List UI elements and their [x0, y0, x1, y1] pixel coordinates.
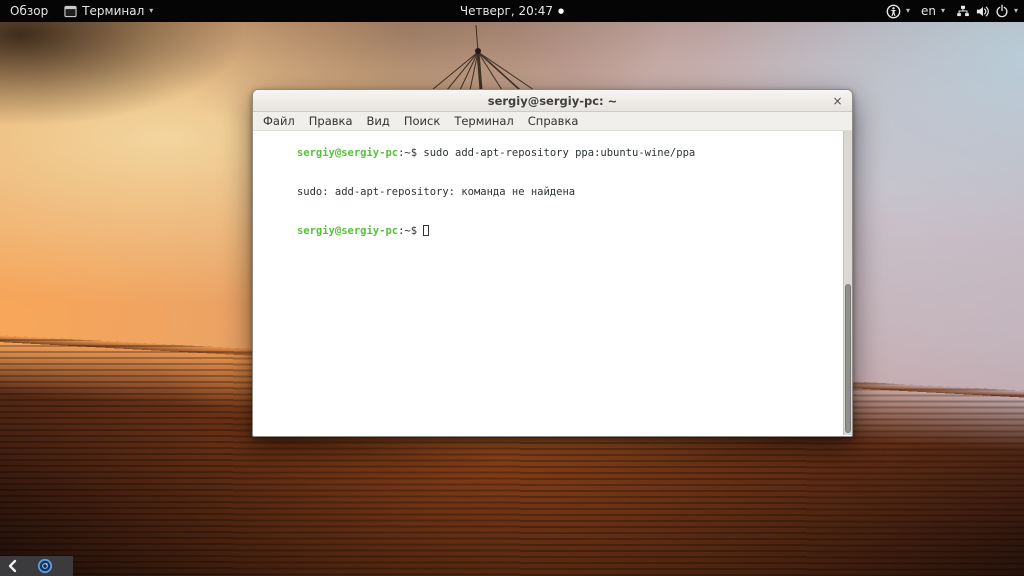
menu-search[interactable]: Поиск [397, 113, 447, 129]
activities-button[interactable]: Обзор [10, 0, 48, 22]
chevron-down-icon: ▾ [905, 6, 910, 15]
power-icon [996, 4, 1008, 18]
menu-help[interactable]: Справка [521, 113, 586, 129]
command-text: sudo add-apt-repository ppa:ubuntu-wine/… [417, 147, 696, 159]
prompt-user-host: sergiy@sergiy-pc [296, 225, 399, 237]
window-title: sergiy@sergiy-pc: ~ [487, 93, 618, 108]
scrollbar-thumb[interactable] [845, 284, 851, 433]
keyboard-layout-label: en [920, 4, 936, 18]
clock-button[interactable]: Четверг, 20:47 ● [460, 0, 564, 22]
terminal-line: sergiy@sergiy-pc:~$ sudo add-apt-reposit… [259, 134, 838, 173]
prompt-suffix: :~$ [398, 225, 418, 237]
terminal-line: sudo: add-apt-repository: команда не най… [259, 173, 838, 212]
command-output: sudo: add-apt-repository: команда не най… [296, 186, 576, 198]
terminal-cursor [423, 225, 430, 236]
accessibility-icon [886, 4, 901, 18]
chevron-down-icon: ▾ [1013, 6, 1018, 15]
keyboard-layout-menu[interactable]: en ▾ [921, 0, 945, 22]
activities-label: Обзор [10, 4, 49, 18]
terminal-window: sergiy@sergiy-pc: ~ × Файл Правка Вид По… [252, 89, 853, 437]
menu-view[interactable]: Вид [360, 113, 397, 129]
accessibility-menu[interactable]: ▾ [886, 0, 910, 22]
wired-network-icon [957, 5, 969, 17]
terminal-menubar: Файл Правка Вид Поиск Терминал Справка [253, 112, 852, 131]
menu-edit[interactable]: Правка [302, 113, 360, 129]
scrollbar-track[interactable] [843, 131, 852, 435]
app-menu-terminal[interactable]: Терминал ▾ [64, 0, 153, 22]
terminal-line: sergiy@sergiy-pc:~$ [259, 212, 838, 251]
chevron-down-icon: ▾ [149, 6, 154, 15]
prompt-user-host: sergiy@sergiy-pc [296, 147, 399, 159]
chevron-down-icon: ▾ [940, 6, 945, 15]
system-status-area[interactable]: ▾ [956, 0, 1018, 22]
window-titlebar[interactable]: sergiy@sergiy-pc: ~ × [253, 90, 852, 112]
ship-mast-silhouette [431, 24, 535, 91]
terminal-window-icon [64, 5, 77, 17]
back-chevron-icon[interactable] [7, 559, 18, 573]
volume-icon [976, 6, 989, 16]
blue-globe-icon[interactable] [37, 558, 53, 574]
terminal-screen[interactable]: sergiy@sergiy-pc:~$ sudo add-apt-reposit… [253, 131, 852, 435]
clock-label: Четверг, 20:47 [459, 4, 554, 18]
menu-file[interactable]: Файл [256, 113, 302, 129]
menu-terminal[interactable]: Терминал [447, 113, 520, 129]
notification-dot: ● [558, 7, 565, 15]
close-button[interactable]: × [830, 93, 845, 108]
app-menu-label: Терминал [82, 4, 145, 18]
bottom-nav-overlay [0, 556, 73, 576]
gnome-top-bar: Обзор Терминал ▾ Четверг, 20:47 ● ▾ en ▾… [0, 0, 1024, 22]
prompt-suffix: :~$ [398, 147, 418, 159]
